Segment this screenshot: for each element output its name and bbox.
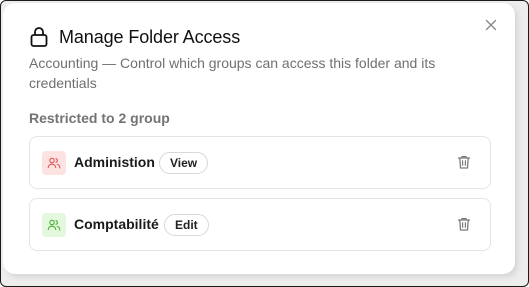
lock-icon: [29, 26, 49, 48]
permission-badge[interactable]: Edit: [164, 214, 209, 236]
remove-group-button[interactable]: [456, 216, 472, 232]
trash-icon: [457, 155, 471, 169]
dialog-header: Manage Folder Access: [29, 25, 240, 49]
manage-folder-access-dialog: Manage Folder Access Accounting — Contro…: [3, 3, 515, 274]
trash-icon: [457, 217, 471, 231]
users-icon: [47, 219, 61, 231]
group-avatar: [42, 213, 66, 237]
window-frame: Manage Folder Access Accounting — Contro…: [0, 0, 529, 287]
group-row: Comptabilité Edit: [29, 198, 491, 251]
dialog-title: Manage Folder Access: [59, 26, 241, 47]
group-row: Administion View: [29, 136, 491, 189]
remove-group-button[interactable]: [456, 154, 472, 170]
close-button[interactable]: [483, 17, 499, 33]
users-icon: [47, 157, 61, 169]
group-avatar: [42, 151, 66, 175]
close-icon: [485, 19, 497, 31]
group-name: Comptabilité: [74, 216, 159, 232]
group-name: Administion: [74, 154, 155, 170]
restriction-summary: Restricted to 2 group: [29, 110, 170, 126]
permission-badge[interactable]: View: [159, 152, 209, 174]
dialog-description: Accounting — Control which groups can ac…: [29, 55, 436, 91]
